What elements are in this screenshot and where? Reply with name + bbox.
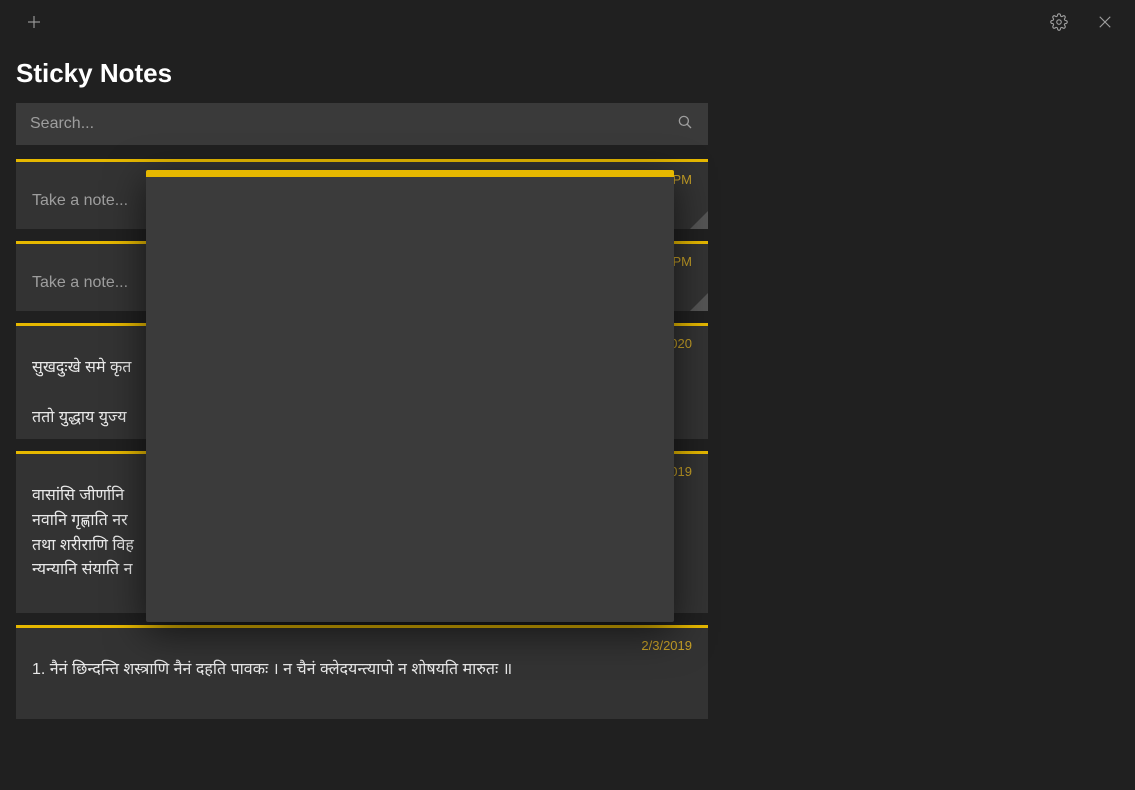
close-icon bbox=[1096, 13, 1114, 36]
floating-note-window[interactable] bbox=[146, 170, 674, 622]
new-note-button[interactable] bbox=[14, 4, 54, 44]
floating-note-body[interactable] bbox=[146, 177, 674, 622]
gear-icon bbox=[1050, 13, 1068, 36]
search-input[interactable] bbox=[30, 115, 676, 133]
search-icon bbox=[676, 113, 694, 136]
close-button[interactable] bbox=[1085, 4, 1125, 44]
note-corner-fold bbox=[690, 293, 708, 311]
note-card[interactable]: 2/3/2019 1. नैनं छिन्दन्ति शस्त्राणि नैन… bbox=[16, 625, 708, 719]
note-corner-fold bbox=[690, 211, 708, 229]
note-date: 2/3/2019 bbox=[641, 638, 692, 653]
page-title: Sticky Notes bbox=[0, 48, 1135, 103]
titlebar bbox=[0, 0, 1135, 48]
settings-button[interactable] bbox=[1039, 4, 1079, 44]
plus-icon bbox=[25, 13, 43, 36]
search-box[interactable] bbox=[16, 103, 708, 145]
note-text: 1. नैनं छिन्दन्ति शस्त्राणि नैनं दहति पा… bbox=[32, 640, 692, 683]
